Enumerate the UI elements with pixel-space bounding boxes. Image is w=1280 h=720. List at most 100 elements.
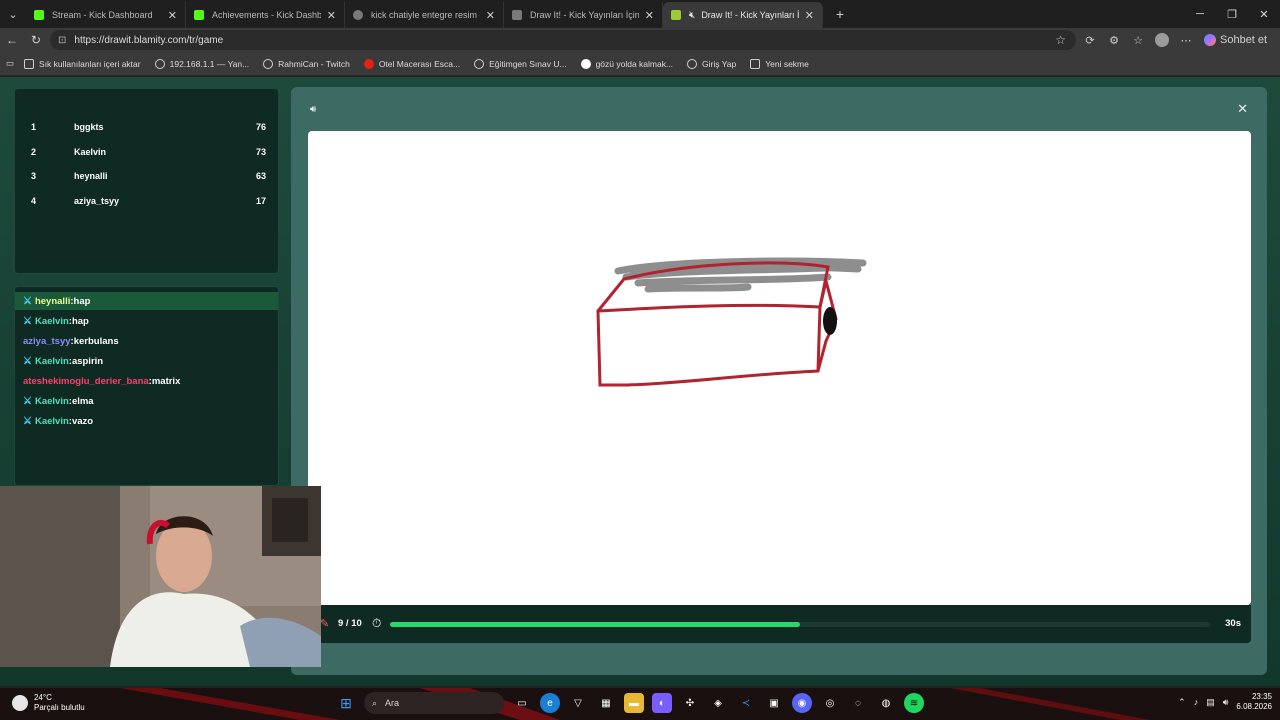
app-icon[interactable]: ✣	[680, 693, 700, 713]
import-icon	[24, 58, 35, 69]
bookmark-twitch[interactable]: RahmiCan - Twitch	[263, 58, 350, 69]
tab-search[interactable]: kick chatiyle entegre resim çizme ✕	[345, 2, 504, 28]
obs-icon[interactable]: ◌	[848, 693, 868, 713]
chat-username[interactable]: aziya_tsyy	[23, 336, 71, 347]
microphone-icon[interactable]: ♪	[1194, 697, 1199, 707]
tab-label: Achievements - Kick Dashboard	[212, 10, 321, 20]
chat-message: ⚔ Kaelvin: aspirin	[23, 352, 278, 370]
taskbar-apps: ⊞ ⌕ Ara ▭ e ▽ ▦ ▬ ◐ ✣ ◈ ≺ ▣ ◉ ◎ ◌ ◍ ≋	[336, 692, 924, 714]
chat-text: vazo	[71, 415, 94, 427]
edge-icon[interactable]: e	[540, 693, 560, 713]
chat-text: aspirin	[71, 355, 104, 367]
leaderboard-panel: 1 bggkts 76 2 Kaelvin 73 3 heynalli 63 4…	[14, 88, 279, 274]
timer-icon: ⏱︎	[372, 616, 382, 630]
moderator-badge-icon: ⚔	[23, 395, 32, 407]
tab-actions-menu[interactable]: ⌄	[0, 0, 26, 28]
minimize-button[interactable]: ─	[1184, 0, 1216, 28]
new-tab-icon	[750, 58, 761, 69]
close-window-button[interactable]: ✕	[1248, 0, 1280, 28]
bookmark-label: Eğitimgen Sınav U...	[489, 58, 567, 69]
close-icon[interactable]: ✕	[805, 9, 814, 22]
bookmark-router[interactable]: 192.168.1.1 — Yan...	[154, 58, 250, 69]
copilot-app-icon[interactable]: ◐	[652, 693, 672, 713]
temperature: 24°C	[34, 693, 52, 702]
drawing-canvas[interactable]	[308, 131, 1251, 605]
game-status-bar: ✎ 9 / 10 ⏱︎ 30s	[308, 605, 1251, 643]
windows-start-icon[interactable]: ⊞	[336, 693, 356, 713]
task-view-icon[interactable]: ▭	[512, 693, 532, 713]
bookmark-import[interactable]: Sık kullanılanları içeri aktar	[24, 58, 141, 69]
bookmark-label: Giriş Yap	[702, 58, 737, 69]
copilot-label: Sohbet et	[1220, 34, 1268, 46]
partly-cloudy-icon	[12, 695, 28, 711]
taskbar: 24°C Parçalı bulutlu ⊞ ⌕ Ara ▭ e ▽ ▦ ▬ ◐ …	[0, 688, 1280, 720]
tab-stream-dashboard[interactable]: Stream - Kick Dashboard ✕	[26, 2, 186, 28]
tray-chevron-icon[interactable]: ⌃	[1178, 697, 1186, 708]
close-icon[interactable]: ✕	[327, 9, 336, 22]
profile-avatar[interactable]	[1155, 33, 1169, 47]
bookmark-login[interactable]: Giriş Yap	[687, 58, 737, 69]
chat-message: ⚔ Kaelvin: vazo	[23, 412, 278, 430]
chat-username[interactable]: Kaelvin	[35, 416, 69, 427]
app-icon[interactable]: ◈	[708, 693, 728, 713]
spotify-icon[interactable]: ≋	[904, 693, 924, 713]
discord-icon[interactable]: ◉	[792, 693, 812, 713]
more-menu-icon[interactable]: ⋯	[1174, 34, 1198, 47]
chat-username[interactable]: ateshekimoglu_derier_bana	[23, 376, 149, 387]
close-icon[interactable]: ✕	[1237, 101, 1248, 117]
tab-drawit-active[interactable]: 🔇︎ Draw It! - Kick Yayınları İçin Çi ✕	[663, 2, 823, 28]
copilot-button[interactable]: Sohbet et	[1198, 34, 1267, 46]
clock[interactable]: 23:35 6.08.2026	[1236, 692, 1272, 712]
extensions-icon[interactable]: ⟳	[1078, 34, 1102, 47]
player-name: aziya_tsyy	[74, 196, 120, 206]
chat-username[interactable]: Kaelvin	[35, 396, 69, 407]
favorites-icon[interactable]: ☆	[1126, 34, 1150, 47]
browser-essentials-icon[interactable]: ⚙	[1102, 34, 1126, 47]
site-info-icon[interactable]: ⊡	[58, 35, 66, 46]
favorite-star-icon[interactable]: ☆	[1055, 33, 1066, 47]
webcam-overlay	[0, 486, 321, 667]
speaker-icon[interactable]: 🔊︎	[310, 104, 316, 115]
bookmark-label: 192.168.1.1 — Yan...	[169, 58, 250, 69]
taskbar-search[interactable]: ⌕ Ara	[364, 692, 504, 714]
drawing-sketch	[596, 257, 867, 387]
close-icon[interactable]: ✕	[486, 9, 495, 22]
chat-username[interactable]: Kaelvin	[35, 356, 69, 367]
close-icon[interactable]: ✕	[168, 9, 177, 22]
player-name: Kaelvin	[74, 147, 107, 157]
weather-widget[interactable]: 24°C Parçalı bulutlu	[12, 693, 85, 713]
window-controls: ─ ❐ ✕	[1184, 0, 1280, 28]
sidebar-toggle-icon[interactable]: ▭	[6, 58, 14, 69]
restore-button[interactable]: ❐	[1216, 0, 1248, 28]
new-tab-button[interactable]: +	[827, 6, 853, 22]
chat-message: ateshekimoglu_derier_bana: matrix	[23, 372, 278, 390]
bookmark-new-tab[interactable]: Yeni sekme	[750, 58, 809, 69]
app-icon[interactable]: ◍	[876, 693, 896, 713]
bookmark-label: gözü yolda kalmak...	[595, 58, 674, 69]
tab-bar: ⌄ Stream - Kick Dashboard ✕ Achievements…	[0, 0, 1280, 28]
close-icon[interactable]: ✕	[645, 9, 654, 22]
chat-username[interactable]: Kaelvin	[35, 316, 69, 327]
bookmark-label: Otel Macerası Esca...	[378, 58, 461, 69]
store-icon[interactable]: ▦	[596, 693, 616, 713]
bookmark-youtube[interactable]: Otel Macerası Esca...	[363, 58, 461, 69]
chat-text: hap	[73, 295, 91, 307]
tab-drawit[interactable]: Draw It! - Kick Yayınları İçin Çizim ✕	[504, 2, 663, 28]
refresh-icon[interactable]: ↻	[24, 33, 48, 47]
file-explorer-icon[interactable]: ▬	[624, 693, 644, 713]
muted-speaker-icon[interactable]: 🔇︎	[689, 10, 695, 21]
chat-username[interactable]: heynalli	[35, 296, 70, 307]
url-field[interactable]: ⊡ https://drawit.blamity.com/tr/game ☆	[50, 30, 1076, 50]
steam-icon[interactable]: ◎	[820, 693, 840, 713]
terminal-icon[interactable]: ▣	[764, 693, 784, 713]
back-arrow-icon[interactable]: ←	[0, 33, 24, 47]
bookmark-egitimgen[interactable]: Eğitimgen Sınav U...	[474, 58, 567, 69]
volume-icon[interactable]: 🔊︎	[1223, 697, 1229, 708]
network-icon[interactable]: ▤	[1206, 697, 1215, 708]
tab-achievements[interactable]: Achievements - Kick Dashboard ✕	[186, 2, 345, 28]
vscode-icon[interactable]: ≺	[736, 693, 756, 713]
bookmark-google[interactable]: gözü yolda kalmak...	[580, 58, 674, 69]
app-icon[interactable]: ▽	[568, 693, 588, 713]
chat-message: ⚔ Kaelvin: elma	[23, 392, 278, 410]
player-name: heynalli	[74, 171, 108, 181]
